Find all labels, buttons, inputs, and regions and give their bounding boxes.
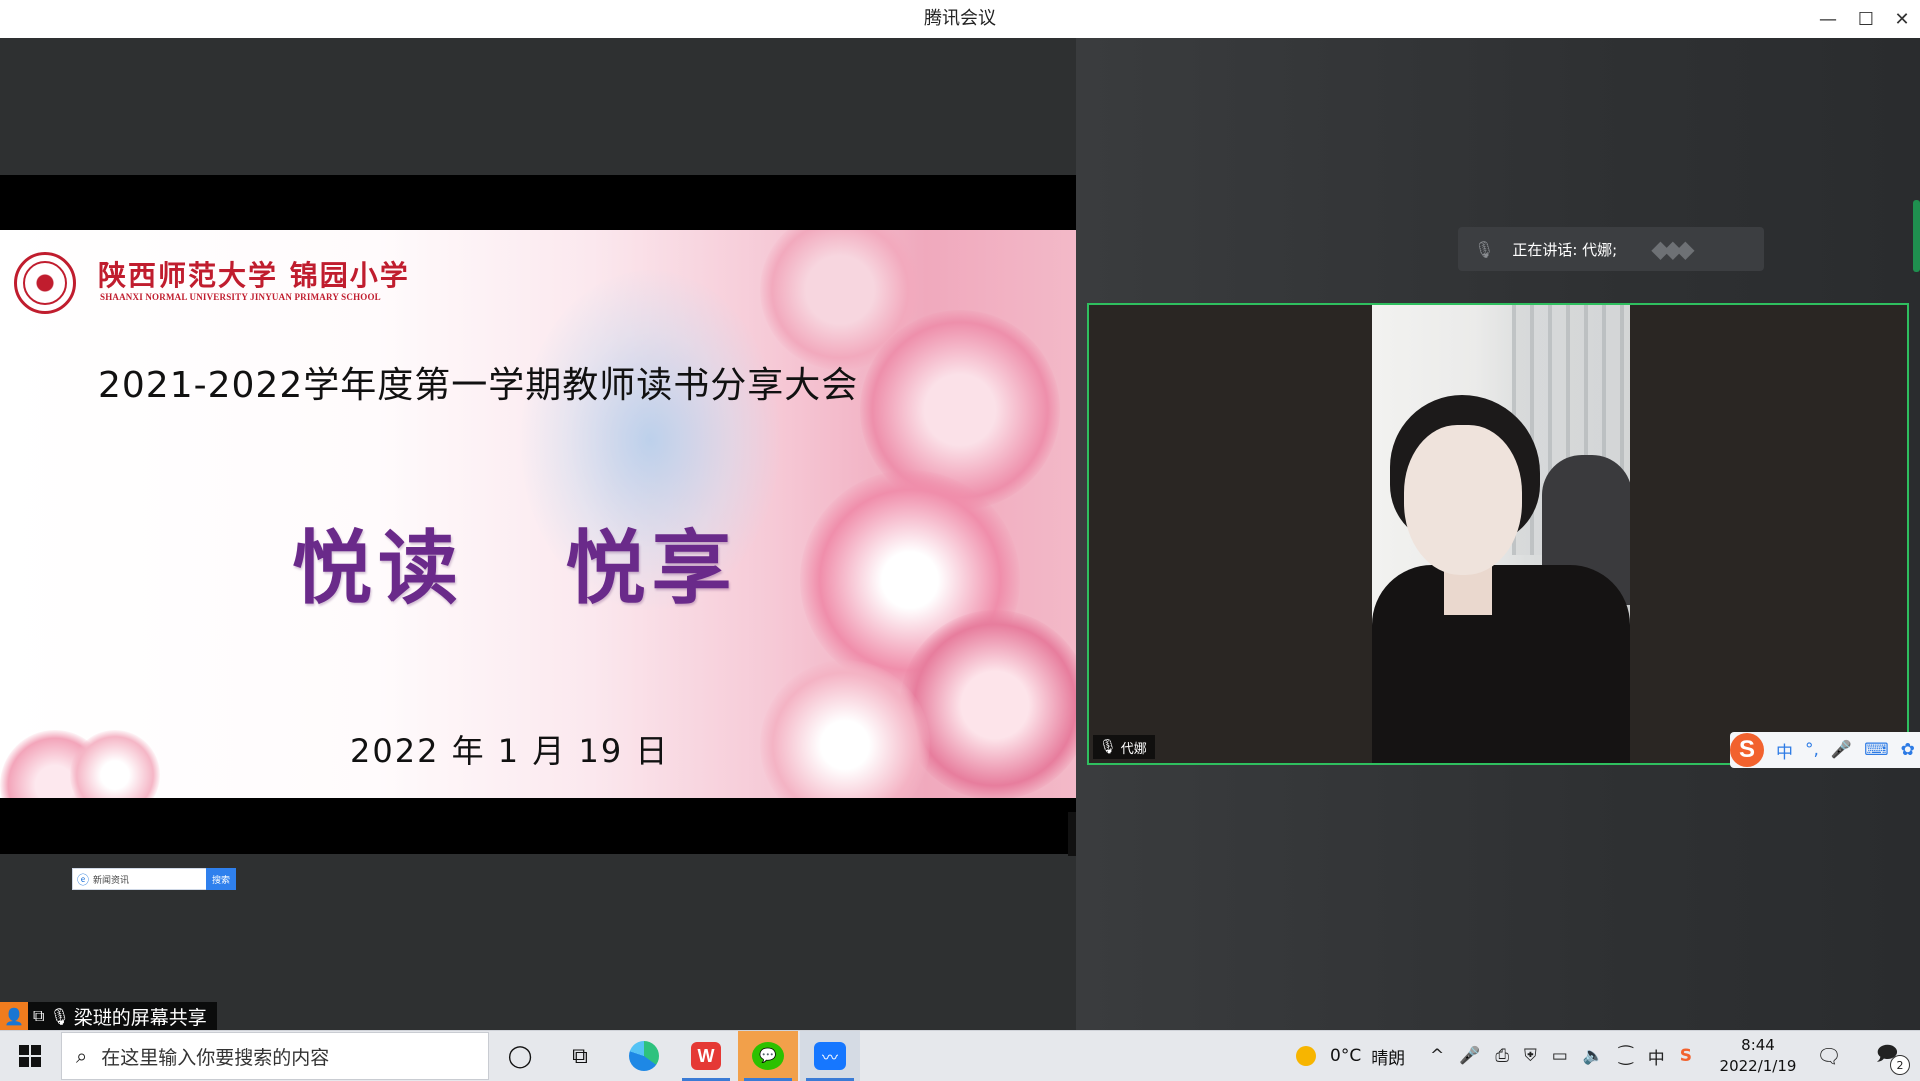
security-shield-icon[interactable]: ⛨ bbox=[1524, 1046, 1537, 1066]
letterbox-top bbox=[0, 175, 1076, 230]
weather-widget[interactable]: 0°C 晴朗 bbox=[1296, 1031, 1405, 1081]
weather-description: 晴朗 bbox=[1371, 1048, 1406, 1069]
taskbar-search-box[interactable]: ⌕ 在这里输入你要搜索的内容 bbox=[61, 1032, 489, 1080]
task-view-icon[interactable]: ⧉ bbox=[550, 1031, 610, 1081]
search-icon: ⌕ bbox=[76, 1044, 88, 1068]
ime-voice-icon[interactable]: 🎤 bbox=[1831, 740, 1852, 760]
school-logo-subtext: SHAANXI NORMAL UNIVERSITY JINYUAN PRIMAR… bbox=[100, 292, 381, 302]
windows-logo-icon bbox=[19, 1045, 41, 1067]
screen-share-label: 👤 ⧉ 🎙 梁琎的屏幕共享 bbox=[0, 1002, 217, 1030]
battery-icon[interactable]: ▭ bbox=[1552, 1046, 1568, 1066]
message-icon[interactable]: 🗨 bbox=[1808, 1031, 1850, 1081]
letterbox-bottom bbox=[0, 798, 1076, 854]
volume-icon[interactable]: 🔈 bbox=[1583, 1046, 1604, 1066]
microphone-tray-icon[interactable]: 🎤 bbox=[1459, 1046, 1480, 1066]
taskbar: ⌕ 在这里输入你要搜索的内容 ◯ ⧉ W 💬 〰 0°C 晴朗 ^ 🎤 ⎙ ⛨ … bbox=[0, 1030, 1920, 1081]
school-logo bbox=[14, 252, 76, 314]
tencent-meeting-icon[interactable]: 〰 bbox=[800, 1031, 860, 1081]
screen-capture-tray-icon[interactable]: ⎙ bbox=[1495, 1046, 1509, 1066]
screen-share-owner: 梁琎的屏幕共享 bbox=[73, 1006, 207, 1029]
notification-count-badge: 2 bbox=[1890, 1055, 1910, 1075]
show-hidden-icons-chevron-icon[interactable]: ^ bbox=[1430, 1046, 1444, 1066]
ime-toolbar[interactable]: S 中 °, 🎤 ⌨ ✿ bbox=[1730, 732, 1920, 768]
edge-browser-icon[interactable] bbox=[614, 1031, 674, 1081]
microphone-icon: 🎙 bbox=[1099, 739, 1117, 755]
screen-share-icon: ⧉ bbox=[33, 1006, 45, 1025]
speaking-label: 正在讲话: 代娜; bbox=[1512, 240, 1618, 259]
cortana-icon[interactable]: ◯ bbox=[490, 1031, 550, 1081]
slide-main-text: 悦读 悦享 bbox=[292, 521, 738, 615]
muted-microphone-icon: 🎙 bbox=[1474, 239, 1495, 259]
mini-search-button[interactable]: 搜索 bbox=[205, 868, 236, 890]
maximize-button[interactable]: ☐ bbox=[1848, 0, 1884, 38]
school-logo-text: 陕西师范大学 锦园小学 bbox=[98, 259, 410, 292]
system-tray: ^ 🎤 ⎙ ⛨ ▭ 🔈 ⁐ 中 S bbox=[1430, 1031, 1707, 1081]
participant-name: 代娜 bbox=[1120, 741, 1147, 757]
system-clock[interactable]: 8:44 2022/1/19 bbox=[1716, 1031, 1800, 1081]
panel-scrollbar[interactable] bbox=[1913, 200, 1920, 272]
start-button[interactable] bbox=[0, 1031, 60, 1081]
wifi-icon[interactable]: ⁐ bbox=[1619, 1046, 1633, 1066]
participant-name-tag: 🎙 代娜 bbox=[1093, 735, 1155, 759]
slide-title: 2021-2022学年度第一学期教师读书分享大会 bbox=[98, 365, 859, 406]
ime-skin-icon[interactable]: ✿ bbox=[1901, 740, 1915, 760]
slide-date: 2022 年 1 月 19 日 bbox=[350, 732, 670, 770]
sogou-ime-icon[interactable]: S bbox=[1730, 733, 1764, 767]
panel-splitter[interactable] bbox=[1068, 812, 1076, 856]
person-icon: 👤 bbox=[0, 1002, 28, 1030]
participant-video-tile[interactable]: 🎙 代娜 bbox=[1087, 303, 1909, 765]
wps-office-icon[interactable]: W bbox=[676, 1031, 736, 1081]
signal-diamond-icon: ◆◆◆ bbox=[1651, 235, 1694, 263]
ime-punctuation-mode[interactable]: °, bbox=[1805, 740, 1819, 760]
window-title: 腾讯会议 bbox=[924, 8, 996, 29]
sun-icon bbox=[1296, 1046, 1316, 1066]
mini-search-text[interactable]: 新闻资讯 bbox=[93, 873, 206, 886]
ime-chinese-mode[interactable]: 中 bbox=[1776, 738, 1793, 763]
title-bar: 腾讯会议 — ☐ ✕ bbox=[0, 0, 1920, 39]
shared-slide: 陕西师范大学 锦园小学 SHAANXI NORMAL UNIVERSITY JI… bbox=[0, 230, 1076, 836]
wechat-icon[interactable]: 💬 bbox=[738, 1031, 798, 1081]
minimize-button[interactable]: — bbox=[1810, 0, 1846, 38]
close-button[interactable]: ✕ bbox=[1884, 0, 1920, 38]
microphone-icon: 🎙 bbox=[49, 1006, 70, 1026]
weather-temperature: 0°C bbox=[1330, 1046, 1362, 1066]
clock-date: 2022/1/19 bbox=[1719, 1057, 1797, 1075]
participant-camera-feed bbox=[1372, 305, 1630, 763]
sogou-tray-icon[interactable]: S bbox=[1680, 1046, 1692, 1066]
clock-time: 8:44 bbox=[1741, 1036, 1775, 1054]
taskbar-search-placeholder[interactable]: 在这里输入你要搜索的内容 bbox=[101, 1043, 329, 1070]
browser-icon: ⓔ bbox=[77, 872, 90, 887]
input-language-icon[interactable]: 中 bbox=[1648, 1044, 1665, 1069]
speaking-indicator: 🎙 正在讲话: 代娜; ◆◆◆ bbox=[1458, 227, 1764, 271]
blossom-decoration bbox=[900, 610, 1076, 800]
ime-keyboard-icon[interactable]: ⌨ bbox=[1864, 740, 1889, 760]
action-center-button[interactable]: 🗩 2 bbox=[1862, 1031, 1912, 1081]
mini-search-widget[interactable]: ⓔ 新闻资讯 搜索 bbox=[72, 868, 236, 890]
